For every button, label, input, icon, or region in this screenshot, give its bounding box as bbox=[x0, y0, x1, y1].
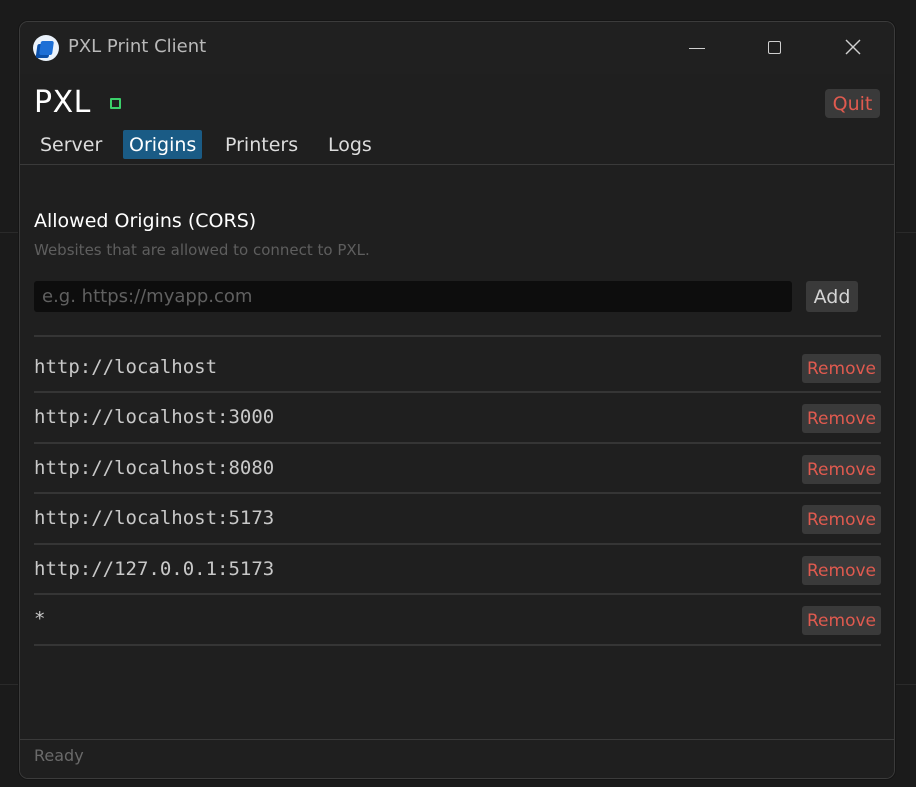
remove-button[interactable]: Remove bbox=[802, 354, 881, 383]
list-divider bbox=[34, 442, 881, 444]
tab-divider bbox=[20, 164, 894, 165]
origin-input[interactable] bbox=[34, 281, 792, 312]
origin-url: http://localhost:3000 bbox=[34, 406, 275, 428]
quit-button[interactable]: Quit bbox=[825, 89, 880, 118]
minimize-icon bbox=[689, 47, 705, 49]
maximize-button[interactable] bbox=[759, 32, 789, 62]
add-origin-button[interactable]: Add bbox=[806, 281, 858, 312]
list-item: http://localhost:3000 Remove bbox=[34, 396, 881, 444]
main-content: PXL Quit Server Origins Printers Logs Al… bbox=[20, 74, 894, 778]
list-divider bbox=[34, 492, 881, 494]
close-icon bbox=[845, 39, 861, 55]
printer-app-icon bbox=[33, 35, 59, 61]
list-item: * Remove bbox=[34, 598, 881, 646]
remove-button[interactable]: Remove bbox=[802, 505, 881, 534]
list-divider bbox=[34, 593, 881, 595]
section-description: Websites that are allowed to connect to … bbox=[34, 241, 370, 259]
connection-status-indicator bbox=[110, 98, 121, 109]
list-item: http://localhost:5173 Remove bbox=[34, 497, 881, 545]
origin-url: http://127.0.0.1:5173 bbox=[34, 558, 275, 580]
list-divider bbox=[34, 543, 881, 545]
minimize-button[interactable] bbox=[682, 32, 712, 62]
status-text: Ready bbox=[34, 746, 84, 765]
list-item: http://localhost Remove bbox=[34, 346, 881, 394]
tab-printers[interactable]: Printers bbox=[225, 130, 298, 159]
window-title: PXL Print Client bbox=[68, 36, 207, 57]
origin-url: http://localhost:8080 bbox=[34, 457, 275, 479]
status-bar-divider bbox=[20, 739, 894, 740]
brand-title: PXL bbox=[34, 85, 91, 120]
tab-server[interactable]: Server bbox=[40, 130, 102, 159]
tab-logs[interactable]: Logs bbox=[328, 130, 372, 159]
title-bar[interactable]: PXL Print Client bbox=[20, 22, 894, 74]
remove-button[interactable]: Remove bbox=[802, 556, 881, 585]
remove-button[interactable]: Remove bbox=[802, 404, 881, 433]
remove-button[interactable]: Remove bbox=[802, 606, 881, 635]
maximize-icon bbox=[767, 40, 781, 54]
origin-url: http://localhost bbox=[34, 356, 218, 378]
tab-origins[interactable]: Origins bbox=[123, 130, 203, 159]
list-item: http://localhost:8080 Remove bbox=[34, 447, 881, 495]
list-divider bbox=[34, 335, 881, 337]
list-divider bbox=[34, 644, 881, 646]
remove-button[interactable]: Remove bbox=[802, 455, 881, 484]
list-divider bbox=[34, 391, 881, 393]
origin-url: http://localhost:5173 bbox=[34, 507, 275, 529]
list-item: http://127.0.0.1:5173 Remove bbox=[34, 548, 881, 596]
close-button[interactable] bbox=[838, 32, 868, 62]
app-window: PXL Print Client PXL Quit Server Origins… bbox=[19, 21, 895, 779]
section-title: Allowed Origins (CORS) bbox=[34, 210, 257, 232]
origin-url: * bbox=[34, 608, 46, 630]
